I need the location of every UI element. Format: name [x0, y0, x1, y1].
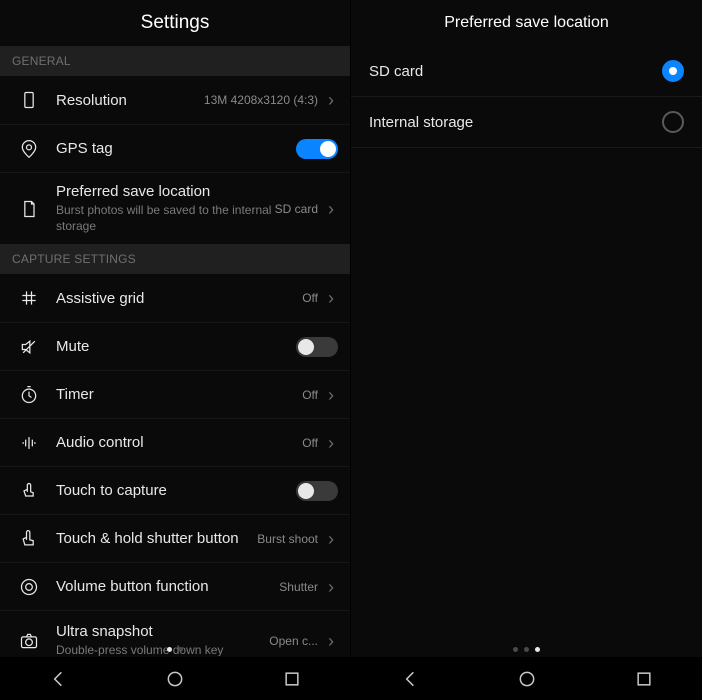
chevron-right-icon: ›: [324, 434, 338, 452]
preferred-save-sub: Burst photos will be saved to the intern…: [56, 203, 275, 234]
storage-icon: [16, 199, 42, 219]
location-icon: [16, 139, 42, 159]
option-sd-card-label: SD card: [369, 63, 662, 80]
audio-control-label: Audio control: [56, 434, 302, 451]
nav-recent-button[interactable]: [614, 669, 674, 689]
timer-label: Timer: [56, 386, 302, 403]
mute-label: Mute: [56, 338, 296, 355]
row-audio-control[interactable]: Audio control Off ›: [0, 418, 350, 466]
gps-tag-toggle[interactable]: [296, 139, 338, 159]
ultra-snapshot-value: Open c...: [269, 634, 318, 648]
nav-back-button[interactable]: [380, 669, 440, 689]
page-dot: [535, 647, 540, 652]
audio-control-value: Off: [302, 436, 318, 450]
audio-icon: [16, 433, 42, 453]
header-title: Preferred save location: [351, 0, 702, 46]
volume-button-label: Volume button function: [56, 578, 279, 595]
volume-icon: [16, 577, 42, 597]
resolution-label: Resolution: [56, 92, 204, 109]
page-indicator: [0, 647, 350, 652]
settings-list: Resolution 13M 4208x3120 (4:3) › GPS tag…: [0, 76, 350, 656]
page-dot: [524, 647, 529, 652]
settings-screen: Settings GENERAL Resolution 13M 4208x312…: [0, 0, 351, 700]
assistive-grid-value: Off: [302, 291, 318, 305]
row-gps-tag[interactable]: GPS tag: [0, 124, 350, 172]
chevron-right-icon: ›: [324, 578, 338, 596]
resolution-icon: [16, 90, 42, 110]
nav-home-button[interactable]: [497, 669, 557, 689]
touch-hold-icon: [16, 529, 42, 549]
nav-recent-button[interactable]: [262, 669, 322, 689]
option-internal[interactable]: Internal storage: [351, 97, 702, 148]
chevron-right-icon: ›: [324, 91, 338, 109]
radio-internal[interactable]: [662, 111, 684, 133]
page-dot: [167, 647, 172, 652]
touch-hold-value: Burst shoot: [257, 532, 318, 546]
nav-back-button[interactable]: [28, 669, 88, 689]
save-location-screen: Preferred save location SD card Internal…: [351, 0, 702, 700]
chevron-right-icon: ›: [324, 530, 338, 548]
chevron-right-icon: ›: [324, 200, 338, 218]
page-dot: [178, 647, 183, 652]
section-general-header: GENERAL: [0, 46, 350, 76]
row-mute[interactable]: Mute: [0, 322, 350, 370]
row-assistive-grid[interactable]: Assistive grid Off ›: [0, 274, 350, 322]
timer-icon: [16, 385, 42, 405]
row-touch-hold[interactable]: Touch & hold shutter button Burst shoot …: [0, 514, 350, 562]
timer-value: Off: [302, 388, 318, 402]
volume-button-value: Shutter: [279, 580, 318, 594]
mute-toggle[interactable]: [296, 337, 338, 357]
preferred-save-label: Preferred save location: [56, 183, 275, 200]
touch-icon: [16, 481, 42, 501]
nav-home-button[interactable]: [145, 669, 205, 689]
option-sd-card[interactable]: SD card: [351, 46, 702, 97]
assistive-grid-label: Assistive grid: [56, 290, 302, 307]
nav-bar: [351, 656, 702, 700]
section-capture-header: CAPTURE SETTINGS: [0, 244, 350, 274]
mute-icon: [16, 337, 42, 357]
row-preferred-save[interactable]: Preferred save location Burst photos wil…: [0, 172, 350, 244]
grid-icon: [16, 288, 42, 308]
row-resolution[interactable]: Resolution 13M 4208x3120 (4:3) ›: [0, 76, 350, 124]
ultra-snapshot-label: Ultra snapshot: [56, 623, 269, 640]
page-indicator: [351, 647, 702, 652]
preferred-save-value: SD card: [275, 202, 318, 216]
resolution-value: 13M 4208x3120 (4:3): [204, 93, 318, 107]
touch-hold-label: Touch & hold shutter button: [56, 530, 257, 547]
chevron-right-icon: ›: [324, 289, 338, 307]
nav-bar: [0, 656, 350, 700]
header-title: Settings: [0, 0, 350, 46]
row-touch-capture[interactable]: Touch to capture: [0, 466, 350, 514]
option-internal-label: Internal storage: [369, 114, 662, 131]
row-timer[interactable]: Timer Off ›: [0, 370, 350, 418]
touch-capture-toggle[interactable]: [296, 481, 338, 501]
page-dot: [513, 647, 518, 652]
options-list: SD card Internal storage: [351, 46, 702, 656]
touch-capture-label: Touch to capture: [56, 482, 296, 499]
radio-sd-card[interactable]: [662, 60, 684, 82]
chevron-right-icon: ›: [324, 386, 338, 404]
row-volume-button[interactable]: Volume button function Shutter ›: [0, 562, 350, 610]
gps-tag-label: GPS tag: [56, 140, 296, 157]
